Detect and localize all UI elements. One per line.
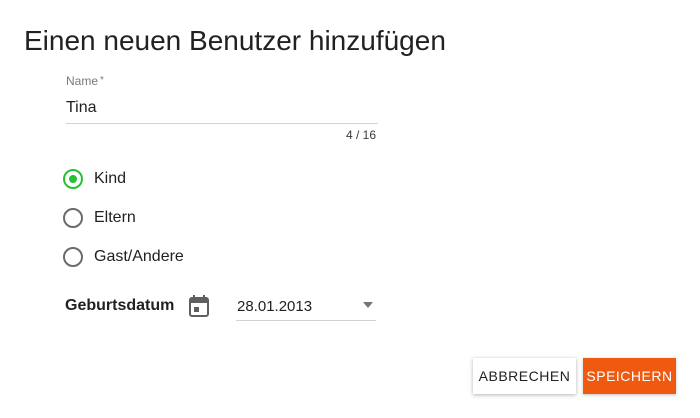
birthdate-label: Geburtsdatum: [65, 297, 175, 314]
radio-label-kind: Kind: [94, 170, 127, 187]
radio-option-kind[interactable]: Kind: [63, 168, 184, 190]
name-field: Name * Tina 4 / 16: [66, 74, 378, 142]
dialog-title: Einen neuen Benutzer hinzufügen: [24, 25, 446, 56]
birthdate-select[interactable]: 28.01.2013: [236, 294, 376, 321]
birthdate-value: 28.01.2013: [237, 298, 313, 315]
role-radio-group: Kind Eltern Gast/Andere: [63, 168, 184, 285]
required-marker: *: [100, 75, 104, 86]
calendar-icon[interactable]: [189, 295, 209, 317]
radio-option-eltern[interactable]: Eltern: [63, 207, 184, 229]
radio-option-gast[interactable]: Gast/Andere: [63, 246, 184, 268]
character-counter: 4 / 16: [345, 128, 376, 142]
radio-label-gast: Gast/Andere: [94, 248, 184, 265]
name-label: Name: [66, 74, 99, 88]
dropdown-arrow-icon[interactable]: [363, 302, 373, 308]
radio-unchecked-icon[interactable]: [63, 208, 83, 228]
radio-dot: [69, 175, 77, 183]
radio-unchecked-icon[interactable]: [63, 247, 83, 267]
radio-label-eltern: Eltern: [94, 209, 136, 226]
save-button[interactable]: SPEICHERN: [583, 358, 676, 394]
cancel-button[interactable]: ABBRECHEN: [473, 358, 576, 394]
radio-checked-icon[interactable]: [63, 169, 83, 189]
name-input[interactable]: Tina: [66, 98, 378, 124]
add-user-dialog: Einen neuen Benutzer hinzufügen Name * Ti…: [0, 0, 700, 418]
name-label-row: Name *: [66, 74, 378, 88]
